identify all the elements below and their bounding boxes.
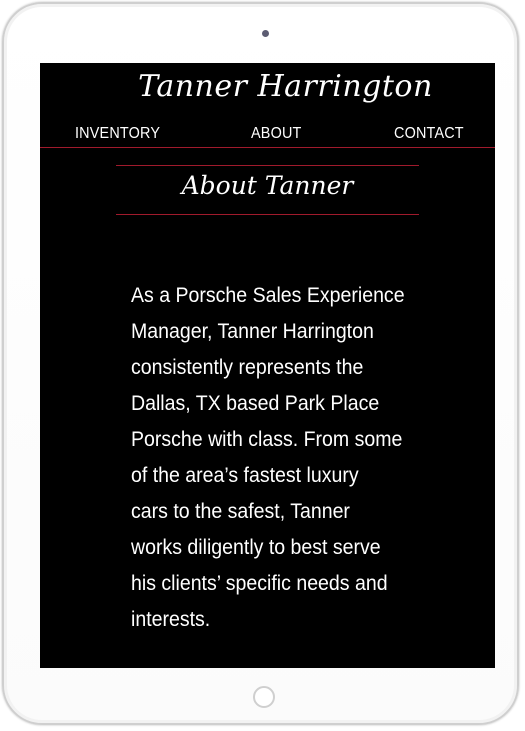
main-nav: INVENTORY ABOUT CONTACT	[40, 125, 495, 148]
about-heading: About Tanner	[181, 171, 354, 200]
heading-divider-top	[116, 165, 419, 166]
about-line: works diligently to best serve	[131, 536, 381, 559]
about-line: consistently represents the	[131, 356, 364, 379]
home-button[interactable]	[253, 686, 275, 708]
about-line: Manager, Tanner Harrington	[131, 320, 374, 343]
about-line: cars to the safest, Tanner	[131, 500, 350, 523]
about-paragraph: As a Porsche Sales Experience Manager, T…	[131, 278, 410, 638]
tablet-frame: Tanner Harrington INVENTORY ABOUT CONTAC…	[2, 2, 519, 725]
heading-divider-bottom	[116, 214, 419, 215]
about-line: As a Porsche Sales Experience	[131, 284, 405, 307]
about-line: his clients’ specific needs and	[131, 572, 388, 595]
about-line: Porsche with class. From some	[131, 428, 403, 451]
about-line: Dallas, TX based Park Place	[131, 392, 380, 415]
about-line: interests.	[131, 608, 211, 631]
nav-inventory-link[interactable]: INVENTORY	[75, 125, 160, 143]
site-title: Tanner Harrington	[138, 69, 433, 104]
nav-contact-link[interactable]: CONTACT	[394, 125, 464, 143]
nav-about-link[interactable]: ABOUT	[251, 125, 302, 143]
website-screen: Tanner Harrington INVENTORY ABOUT CONTAC…	[40, 63, 495, 668]
about-line: of the area’s fastest luxury	[131, 464, 359, 487]
front-camera	[262, 30, 269, 37]
